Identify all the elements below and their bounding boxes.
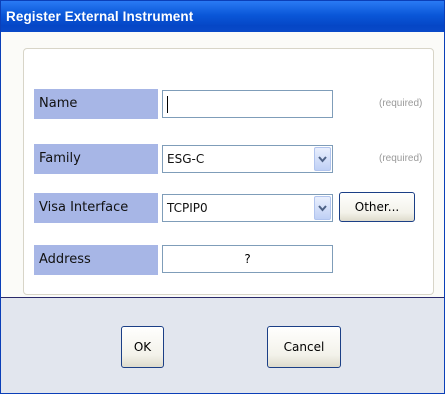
instrument-form-group: Name (required) Family ESG-C (required) … bbox=[23, 48, 434, 295]
window-title: Register External Instrument bbox=[6, 9, 194, 24]
family-row: Family ESG-C (required) bbox=[24, 144, 433, 174]
address-input[interactable]: ? bbox=[162, 245, 333, 273]
family-dropdown-button[interactable] bbox=[314, 147, 331, 171]
dialog-content: Name (required) Family ESG-C (required) … bbox=[1, 32, 444, 297]
cancel-button[interactable]: Cancel bbox=[267, 326, 341, 368]
family-required-hint: (required) bbox=[379, 153, 423, 164]
name-input[interactable] bbox=[162, 90, 333, 118]
chevron-down-icon bbox=[318, 205, 327, 212]
name-required-hint: (required) bbox=[379, 98, 423, 109]
title-bar[interactable]: Register External Instrument bbox=[1, 1, 444, 32]
address-row: Address ? bbox=[24, 245, 433, 275]
visa-interface-row: Visa Interface TCPIP0 Other... bbox=[24, 192, 433, 223]
family-selected-value: ESG-C bbox=[167, 152, 205, 166]
name-label: Name bbox=[34, 89, 158, 119]
family-label: Family bbox=[34, 144, 158, 174]
register-instrument-dialog: Register External Instrument Name (requi… bbox=[0, 0, 445, 394]
visa-interface-select[interactable]: TCPIP0 bbox=[162, 194, 333, 222]
visa-interface-selected-value: TCPIP0 bbox=[167, 201, 208, 215]
name-row: Name (required) bbox=[24, 89, 433, 119]
address-value: ? bbox=[244, 252, 251, 266]
chevron-down-icon bbox=[318, 156, 327, 163]
family-select[interactable]: ESG-C bbox=[162, 145, 333, 173]
visa-interface-label: Visa Interface bbox=[34, 193, 158, 223]
other-button[interactable]: Other... bbox=[339, 192, 415, 222]
visa-interface-dropdown-button[interactable] bbox=[314, 196, 331, 220]
text-caret bbox=[167, 96, 168, 113]
ok-button[interactable]: OK bbox=[121, 326, 164, 368]
dialog-button-bar: OK Cancel bbox=[1, 297, 444, 393]
address-label: Address bbox=[34, 245, 158, 275]
